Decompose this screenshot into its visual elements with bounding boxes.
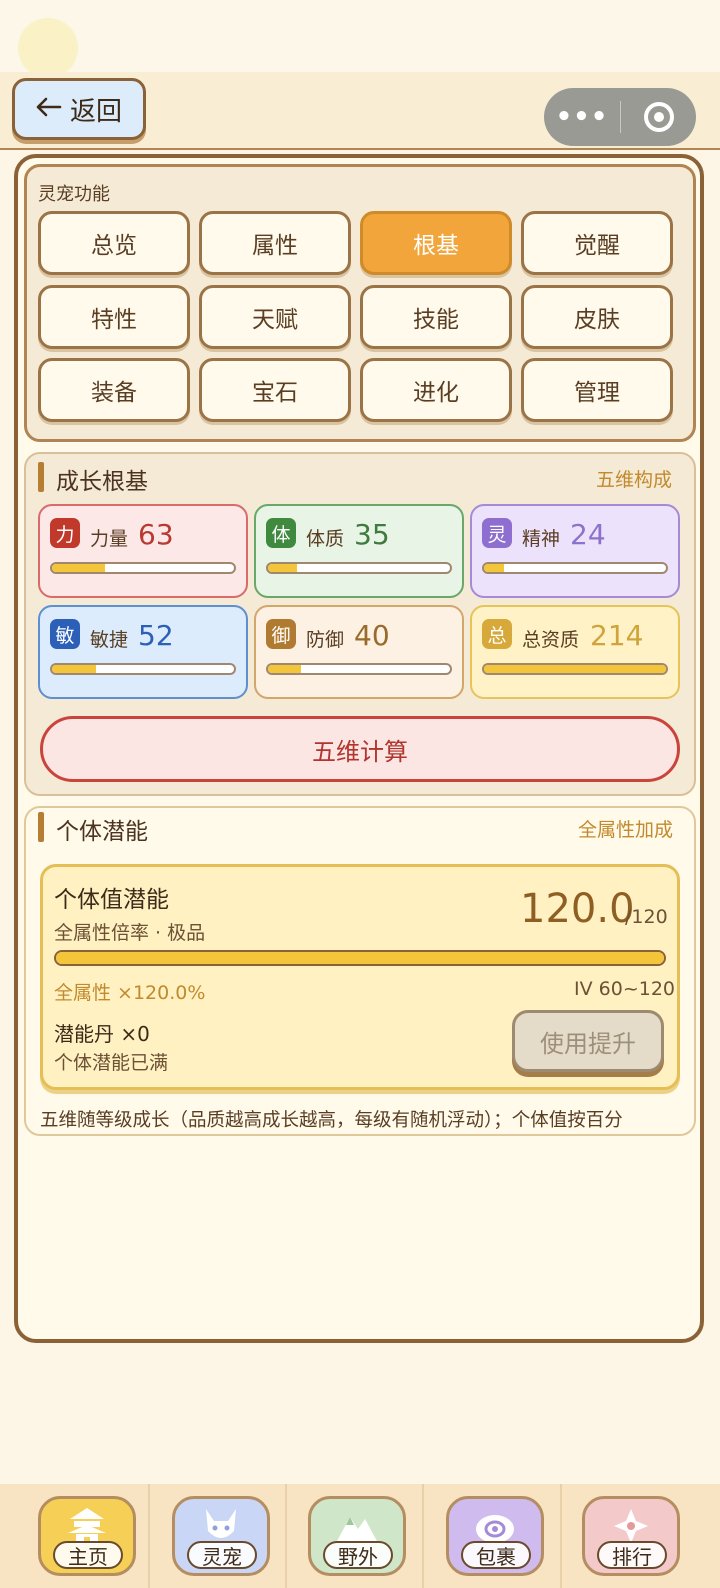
back-button[interactable]: 返回 — [12, 78, 146, 140]
stat-card: 总总资质 214 — [470, 605, 680, 699]
potential-pill-count: 潜能丹 ×0 — [54, 1022, 150, 1046]
function-button[interactable]: 技能 — [360, 285, 512, 349]
stat-badge: 灵 — [482, 518, 512, 548]
stat-name: 体质 — [306, 528, 345, 550]
tab-label: 包裹 — [461, 1541, 531, 1569]
function-button[interactable]: 属性 — [199, 211, 351, 275]
potential-link[interactable]: 全属性加成 — [578, 815, 673, 842]
stat-progress-bar — [50, 562, 236, 574]
potential-note: 五维随等级成长（品质越高成长越高，每级有随机浮动）；个体值按百分 — [40, 1110, 623, 1131]
all-attr-multiplier: 全属性 ×120.0% — [54, 982, 206, 1004]
function-button[interactable]: 天赋 — [199, 285, 351, 349]
stat-card: 灵精神 24 — [470, 504, 680, 598]
tab-label: 排行 — [597, 1541, 667, 1569]
stat-badge: 总 — [482, 619, 512, 649]
tab-seam — [285, 1484, 287, 1588]
stat-progress-fill — [484, 564, 505, 572]
stat-progress-fill — [268, 564, 298, 572]
functions-title: 灵宠功能 — [38, 184, 110, 205]
growth-title: 成长根基 — [56, 469, 148, 495]
tab-label: 野外 — [323, 1541, 393, 1569]
stat-progress-bar — [482, 562, 668, 574]
stat-value: 40 — [354, 619, 390, 652]
potential-status: 个体潜能已满 — [54, 1052, 169, 1074]
mini-program-capsule: ••• — [544, 88, 696, 146]
stat-badge: 御 — [266, 619, 296, 649]
stat-progress-fill — [52, 665, 96, 673]
tab-label: 主页 — [53, 1541, 123, 1569]
growth-link[interactable]: 五维构成 — [596, 465, 672, 492]
tab-label: 灵宠 — [187, 1541, 257, 1569]
function-button[interactable]: 特性 — [38, 285, 190, 349]
stat-name: 防御 — [306, 629, 345, 651]
stat-progress-bar — [482, 663, 668, 675]
stat-value: 35 — [354, 518, 390, 551]
arrow-left-icon — [36, 94, 62, 124]
back-label: 返回 — [69, 96, 122, 127]
stat-progress-fill — [484, 665, 666, 673]
stat-progress-fill — [268, 665, 301, 673]
stat-value: 63 — [138, 518, 174, 551]
stat-value: 24 — [570, 518, 606, 551]
stat-progress-fill — [52, 564, 105, 572]
function-button[interactable]: 觉醒 — [521, 211, 673, 275]
tab-seam — [560, 1484, 562, 1588]
potential-title: 个体潜能 — [56, 819, 148, 845]
use-upgrade-button[interactable]: 使用提升 — [512, 1010, 664, 1072]
potential-card-sub: 全属性倍率 · 极品 — [54, 922, 206, 944]
stat-name: 总资质 — [522, 629, 580, 651]
tab-bag[interactable]: 包裹 — [446, 1496, 544, 1576]
stat-badge: 敏 — [50, 619, 80, 649]
function-button[interactable]: 宝石 — [199, 358, 351, 422]
tab-home[interactable]: 主页 — [38, 1496, 136, 1576]
stat-card: 体体质 35 — [254, 504, 464, 598]
stat-badge: 体 — [266, 518, 296, 548]
stat-value: 52 — [138, 619, 174, 652]
iv-range: IV 60~120 — [574, 978, 676, 1000]
function-button[interactable]: 进化 — [360, 358, 512, 422]
function-button[interactable]: 总览 — [38, 211, 190, 275]
stat-name: 敏捷 — [90, 629, 129, 651]
stat-badge: 力 — [50, 518, 80, 548]
stat-progress-bar — [266, 663, 452, 675]
stat-card: 敏敏捷 52 — [38, 605, 248, 699]
tab-pets[interactable]: 灵宠 — [172, 1496, 270, 1576]
function-button[interactable]: 装备 — [38, 358, 190, 422]
sun-decoration — [18, 18, 78, 78]
tab-rank[interactable]: 排行 — [582, 1496, 680, 1576]
stat-progress-bar — [50, 663, 236, 675]
tab-seam — [148, 1484, 150, 1588]
five-dim-calc-button[interactable]: 五维计算 — [40, 716, 680, 782]
tab-wild[interactable]: 野外 — [308, 1496, 406, 1576]
potential-value: 120.0 — [520, 886, 635, 932]
function-button[interactable]: 管理 — [521, 358, 673, 422]
potential-max: /120 — [625, 906, 668, 928]
stat-card: 御防御 40 — [254, 605, 464, 699]
stat-value: 214 — [590, 619, 644, 652]
potential-progress-fill — [56, 952, 664, 964]
potential-card-title: 个体值潜能 — [54, 887, 169, 913]
potential-title-bar — [38, 812, 44, 842]
target-icon[interactable] — [621, 102, 696, 132]
more-dots-icon[interactable]: ••• — [544, 102, 620, 132]
stat-name: 力量 — [90, 528, 129, 550]
growth-title-bar — [38, 462, 44, 492]
stat-progress-bar — [266, 562, 452, 574]
potential-progress-bar — [54, 950, 666, 966]
function-button[interactable]: 根基 — [360, 211, 512, 275]
function-button[interactable]: 皮肤 — [521, 285, 673, 349]
stat-name: 精神 — [522, 528, 561, 550]
tab-seam — [422, 1484, 424, 1588]
stat-card: 力力量 63 — [38, 504, 248, 598]
